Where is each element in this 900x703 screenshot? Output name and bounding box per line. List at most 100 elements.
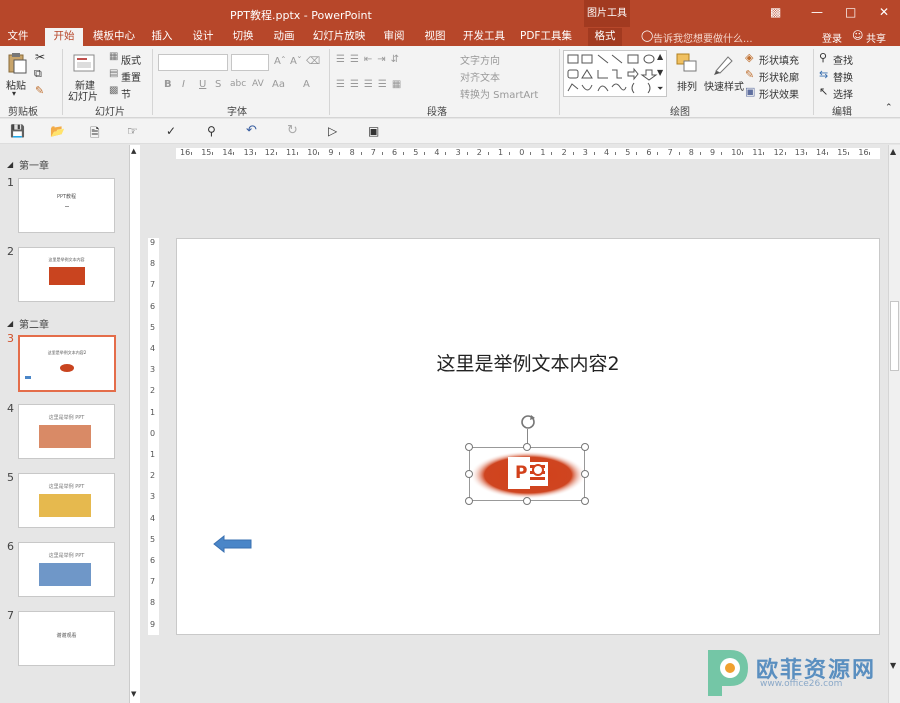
save-icon[interactable]: 💾 <box>10 124 25 138</box>
section-collapse-icon[interactable]: ◢ <box>7 319 13 328</box>
shape-outline-button[interactable]: 形状轮廓 <box>759 69 799 84</box>
selected-image[interactable]: P <box>469 447 586 501</box>
tab-review[interactable]: 审阅 <box>377 28 411 46</box>
select-button[interactable]: 选择 <box>833 86 853 101</box>
touch-mode-icon[interactable]: ☞ <box>127 124 138 138</box>
vertical-scrollbar[interactable]: ▲ ▼ <box>888 145 900 703</box>
list-buttons-icon[interactable]: ☰☰⇤⇥⇵ <box>336 54 404 65</box>
italic-button[interactable]: I <box>182 79 185 90</box>
resize-handle[interactable] <box>581 497 589 505</box>
section-button[interactable]: 节 <box>121 86 131 101</box>
tab-design[interactable]: 设计 <box>186 28 220 46</box>
shapes-gallery[interactable] <box>563 50 667 97</box>
gallery-scroll-down-icon[interactable]: ▼ <box>657 68 663 77</box>
minimize-button[interactable]: — <box>811 5 823 19</box>
scroll-up-icon[interactable]: ▲ <box>131 147 136 155</box>
slide-thumbnail[interactable]: 这里是举例 PPT <box>18 542 115 597</box>
new-slide-label-2[interactable]: 幻灯片 <box>68 88 98 103</box>
section-collapse-icon[interactable]: ◢ <box>7 160 13 169</box>
scroll-down-icon[interactable]: ▼ <box>890 661 896 670</box>
tab-view[interactable]: 视图 <box>418 28 452 46</box>
tab-file[interactable]: 文件 <box>2 28 34 46</box>
presenter-icon[interactable]: ▣ <box>368 124 379 138</box>
arrange-icon[interactable] <box>676 53 698 75</box>
slide-text[interactable]: 这里是举例文本内容2 <box>177 349 879 376</box>
collapse-ribbon-icon[interactable]: ⌃ <box>885 103 893 113</box>
resize-handle[interactable] <box>465 497 473 505</box>
slide-thumbnail[interactable]: 这里是举例 PPT <box>18 473 115 528</box>
convert-smartart-button[interactable]: 转换为 SmartArt <box>460 86 538 101</box>
scroll-up-icon[interactable]: ▲ <box>890 147 896 156</box>
resize-handle[interactable] <box>465 443 473 451</box>
section-header[interactable]: 第一章 <box>19 157 49 172</box>
resize-handle[interactable] <box>465 470 473 478</box>
resize-handle[interactable] <box>523 443 531 451</box>
tab-insert[interactable]: 插入 <box>145 28 179 46</box>
font-color-button[interactable]: A <box>303 79 310 90</box>
login-link[interactable]: 登录 <box>822 30 842 45</box>
slide-thumbnail[interactable]: PPT教程 <box>18 178 115 233</box>
horizontal-ruler[interactable]: 16 15 14 13 12 11 10 9 8 7 6 5 4 3 2 1 0 1 2 3 4 5 6 7 8 9 10 11 12 1… <box>176 148 880 159</box>
paste-dropdown-icon[interactable]: ▾ <box>12 89 16 98</box>
grow-font-icon[interactable]: Aˆ <box>274 56 286 67</box>
ribbon-display-options-icon[interactable]: ▩ <box>770 5 781 19</box>
shadow-button[interactable]: abc <box>230 79 246 89</box>
format-painter-icon[interactable]: ✎ <box>35 84 44 97</box>
underline-button[interactable]: U <box>199 79 206 90</box>
replace-button[interactable]: 替换 <box>833 69 853 84</box>
char-spacing-button[interactable]: AV <box>252 79 264 89</box>
maximize-button[interactable]: □ <box>845 5 856 19</box>
section-header[interactable]: 第二章 <box>19 316 49 331</box>
arrange-button[interactable]: 排列 <box>677 78 697 93</box>
new-file-icon[interactable]: 🗎 <box>90 124 100 145</box>
font-size-field[interactable] <box>231 54 269 71</box>
clear-format-icon[interactable]: ⌫ <box>306 56 320 67</box>
tab-template-center[interactable]: 模板中心 <box>90 28 138 46</box>
tell-me-search[interactable]: 告诉我您想要做什么... <box>653 30 753 45</box>
undo-icon[interactable]: ↶ <box>246 123 257 138</box>
shape-effects-button[interactable]: 形状效果 <box>759 86 799 101</box>
reset-button[interactable]: 重置 <box>121 69 141 84</box>
align-buttons-icon[interactable]: ☰☰☰☰▦ <box>336 79 406 90</box>
layout-button[interactable]: 版式 <box>121 52 141 67</box>
font-name-field[interactable] <box>158 54 228 71</box>
slide-thumbnail[interactable]: 这里是举例 PPT <box>18 404 115 459</box>
scrollbar-thumb[interactable] <box>890 301 899 371</box>
resize-handle[interactable] <box>581 443 589 451</box>
strikethrough-button[interactable]: S <box>215 79 221 90</box>
align-text-button[interactable]: 对齐文本 <box>460 69 500 84</box>
tab-slideshow[interactable]: 幻灯片放映 <box>308 28 370 46</box>
resize-handle[interactable] <box>523 497 531 505</box>
spelling-icon[interactable]: ✓ <box>166 124 176 138</box>
shape-fill-button[interactable]: 形状填充 <box>759 52 799 67</box>
resize-handle[interactable] <box>581 470 589 478</box>
thumbnail-scrollbar[interactable]: ▲ ▼ <box>129 145 140 703</box>
change-case-button[interactable]: Aa <box>272 79 285 90</box>
copy-icon[interactable]: ⧉ <box>34 67 42 81</box>
shrink-font-icon[interactable]: Aˇ <box>290 56 302 67</box>
find-button[interactable]: 查找 <box>833 52 853 67</box>
rotate-handle-icon[interactable] <box>519 413 537 431</box>
bold-button[interactable]: B <box>164 79 172 90</box>
left-arrow-shape[interactable] <box>213 534 253 554</box>
slide-thumbnail[interactable]: 这里是举例文本内容 <box>18 247 115 302</box>
slide-thumbnail[interactable]: 谢谢观看 <box>18 611 115 666</box>
close-button[interactable]: ✕ <box>879 5 889 19</box>
slide-canvas[interactable]: 这里是举例文本内容2 P <box>176 238 880 635</box>
tab-home[interactable]: 开始 <box>45 28 83 46</box>
scroll-down-icon[interactable]: ▼ <box>131 690 136 698</box>
vertical-ruler[interactable]: 9 8 7 6 5 4 3 2 1 0 1 2 3 4 5 6 7 8 9 <box>148 238 159 635</box>
print-preview-icon[interactable]: ⚲ <box>207 124 216 138</box>
tab-transitions[interactable]: 切换 <box>226 28 260 46</box>
new-slide-icon[interactable] <box>73 52 95 74</box>
tab-developer[interactable]: 开发工具 <box>458 28 510 46</box>
open-icon[interactable]: 📂 <box>50 124 65 138</box>
quick-styles-icon[interactable] <box>712 53 736 75</box>
gallery-scroll-up-icon[interactable]: ▲ <box>657 52 663 61</box>
paste-icon[interactable] <box>7 52 27 74</box>
slide-thumbnail-selected[interactable]: 这里是举例文本内容2 <box>18 335 116 392</box>
redo-icon[interactable]: ↻ <box>287 123 298 138</box>
quick-styles-button[interactable]: 快速样式 <box>704 78 744 93</box>
tab-format[interactable]: 格式 <box>588 28 622 46</box>
gallery-more-icon[interactable]: ⏷ <box>657 84 663 94</box>
